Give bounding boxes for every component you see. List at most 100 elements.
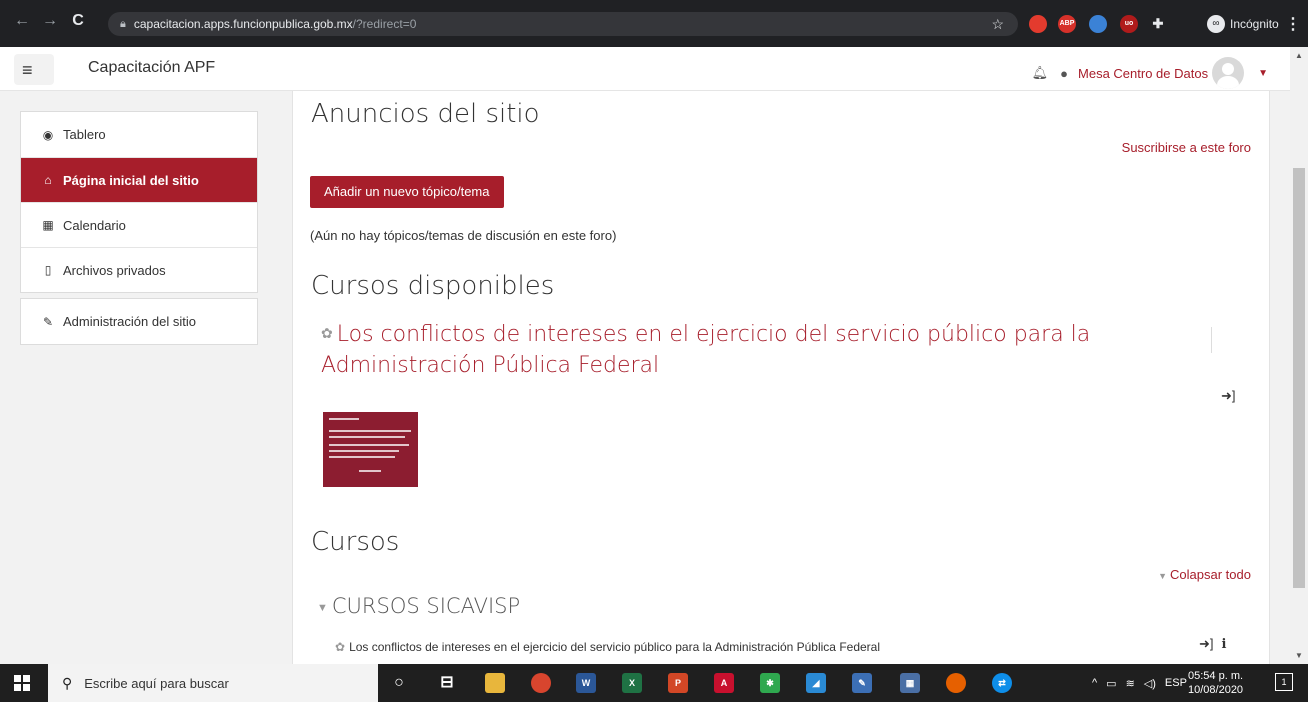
incognito-icon: ∞ (1207, 15, 1225, 33)
search-icon: ⚲ (62, 674, 73, 691)
course-icon: ✿ (335, 640, 346, 654)
notification-count: 1 (1281, 677, 1287, 687)
browser-chrome: ← → C 🔒︎ capacitacion.apps.funcionpublic… (0, 0, 1308, 47)
course-image[interactable] (323, 412, 418, 487)
sidebar-item-home[interactable]: ⌂ Página inicial del sitio (21, 157, 257, 202)
clock-date: 10/08/2020 (1188, 684, 1244, 696)
collapse-all-label: Colapsar todo (1170, 567, 1251, 582)
sidebar-item-label: Calendario (63, 217, 126, 233)
site-navbar: ≡ Capacitación APF 🔔︎ ● Mesa Centro de D… (0, 47, 1290, 91)
self-enrol-icon[interactable]: ➜] (1221, 388, 1236, 404)
blue-extension-icon[interactable] (1089, 15, 1107, 33)
subscribe-forum-link[interactable]: Suscribirse a este foro (1122, 140, 1251, 155)
info-icon[interactable]: i (1222, 637, 1227, 652)
reload-icon[interactable]: C (66, 12, 90, 30)
sidebar-group: ✎ Administración del sitio (20, 298, 258, 345)
announcements-heading: Anuncios del sitio (311, 99, 540, 129)
green-app-icon[interactable]: ✱ (760, 673, 780, 693)
acrobat-icon[interactable]: A (714, 673, 734, 693)
user-name[interactable]: Mesa Centro de Datos (1078, 66, 1208, 81)
language-indicator[interactable]: ESP (1165, 677, 1187, 689)
featured-course-link[interactable]: ✿ Los conflictos de intereses en el ejerc… (321, 319, 1221, 381)
paint-icon[interactable]: ✎ (852, 673, 872, 693)
scrollbar-thumb[interactable] (1293, 168, 1305, 588)
puzzle-extension-icon[interactable]: ✚ (1149, 15, 1167, 33)
sidebar-item-file[interactable]: ▯ Archivos privados (21, 247, 257, 292)
windows-taskbar: ⚲ Escribe aquí para buscar ○ ⊟ W X P A ✱ ◢ ✎ ▦ ⇄ ^… (0, 664, 1308, 702)
category-toggle[interactable]: ▼ CURSOS SICAVISP (317, 594, 520, 618)
user-menu-caret-icon[interactable]: ▼ (1258, 68, 1268, 79)
word-icon[interactable]: W (576, 673, 596, 693)
nav-drawer: ◉ Tablero ⌂ Página inicial del sitio ▦ Calend… (20, 111, 258, 350)
hamburger-icon: ≡ (22, 60, 33, 80)
firefox-icon[interactable] (946, 673, 966, 693)
abp-extension-icon[interactable]: ABP (1058, 15, 1076, 33)
category-course-link[interactable]: ✿ Los conflictos de intereses en el ejerc… (335, 640, 880, 654)
collapse-triangle-icon: ▼ (1158, 571, 1168, 581)
file-icon: ▯ (44, 263, 52, 277)
excel-icon[interactable]: X (622, 673, 642, 693)
blue-app-icon[interactable]: ◢ (806, 673, 826, 693)
avatar[interactable] (1212, 57, 1245, 89)
volume-icon[interactable]: ◁) (1144, 677, 1156, 690)
notifications-bell-icon[interactable]: 🔔︎ (1032, 65, 1049, 81)
category-triangle-icon: ▼ (317, 600, 328, 614)
battery-icon[interactable]: ▭ (1106, 677, 1116, 690)
task-view-icon[interactable]: ⊟ (437, 673, 457, 693)
url-path: /?redirect=0 (352, 17, 417, 31)
sidebar-item-label: Página inicial del sitio (63, 172, 199, 188)
incognito-indicator[interactable]: ∞ Incógnito (1207, 13, 1279, 35)
shield-extension-icon[interactable] (1029, 15, 1047, 33)
main-region: Anuncios del sitio Suscribirse a este fo… (292, 91, 1270, 664)
address-bar[interactable]: 🔒︎ capacitacion.apps.funcionpublica.gob.… (108, 12, 1018, 36)
course-actions: ➜] i (1199, 636, 1226, 652)
featured-course-title[interactable]: Los conflictos de intereses en el ejerci… (321, 322, 1090, 378)
chrome-icon[interactable] (531, 673, 551, 693)
taskbar-search-input[interactable]: ⚲ Escribe aquí para buscar (48, 664, 378, 702)
site-brand[interactable]: Capacitación APF (88, 59, 215, 77)
sidebar-item-label: Administración del sitio (63, 314, 196, 329)
page-scrollbar[interactable]: ▲ ▼ (1290, 47, 1308, 664)
add-topic-button[interactable]: Añadir un nuevo tópico/tema (310, 176, 504, 208)
scroll-down-icon[interactable]: ▼ (1295, 651, 1303, 660)
calendar-icon: ▦ (42, 218, 54, 232)
no-topics-text: (Aún no hay tópicos/temas de discusión e… (310, 228, 617, 243)
taskbar-search-placeholder: Escribe aquí para buscar (84, 675, 229, 691)
notification-center-icon[interactable]: 1 (1275, 673, 1293, 691)
forward-icon[interactable]: → (38, 12, 62, 30)
dashboard-icon: ◉ (42, 127, 54, 142)
file-explorer-icon[interactable] (485, 673, 505, 693)
back-icon[interactable]: ← (10, 12, 34, 30)
windows-start-icon[interactable] (14, 675, 30, 691)
course-icon: ✿ (321, 326, 333, 342)
collapse-all-link[interactable]: ▼ Colapsar todo (1158, 567, 1251, 582)
powerpoint-icon[interactable]: P (668, 673, 688, 693)
incognito-label: Incógnito (1230, 17, 1279, 31)
wrench-icon: ✎ (42, 314, 54, 329)
divider (1211, 327, 1212, 353)
sidebar-group: ◉ Tablero ⌂ Página inicial del sitio ▦ Calend… (20, 111, 258, 293)
category-course-title: Los conflictos de intereses en el ejerci… (349, 640, 881, 654)
sidebar-item-label: Tablero (63, 127, 106, 142)
messages-icon[interactable]: ● (1060, 66, 1068, 81)
wifi-icon[interactable]: ≋ (1126, 677, 1135, 690)
ublock-extension-icon[interactable]: uo (1120, 15, 1138, 33)
url-host: capacitacion.apps.funcionpublica.gob.mx (133, 17, 353, 31)
sidebar-item-wrench[interactable]: ✎ Administración del sitio (21, 299, 257, 344)
sidebar-item-dashboard[interactable]: ◉ Tablero (21, 112, 257, 157)
bookmark-star-icon[interactable]: ☆ (991, 16, 1004, 33)
available-courses-heading: Cursos disponibles (311, 271, 555, 301)
cortana-icon[interactable]: ○ (389, 673, 409, 693)
calculator-icon[interactable]: ▦ (900, 673, 920, 693)
category-title: CURSOS SICAVISP (331, 594, 521, 618)
home-icon: ⌂ (44, 173, 52, 187)
scroll-up-icon[interactable]: ▲ (1295, 51, 1303, 60)
tray-chevron-icon[interactable]: ^ (1092, 677, 1097, 689)
sidebar-item-calendar[interactable]: ▦ Calendario (21, 202, 257, 247)
teamviewer-icon[interactable]: ⇄ (992, 673, 1012, 693)
browser-menu-icon[interactable]: ⋮ (1285, 14, 1301, 34)
self-enrol-icon[interactable]: ➜] (1199, 636, 1214, 651)
taskbar-clock[interactable]: 05:54 p. m. 10/08/2020 (1188, 669, 1243, 697)
lock-icon: 🔒︎ (120, 17, 126, 30)
sidebar-item-label: Archivos privados (63, 262, 166, 278)
